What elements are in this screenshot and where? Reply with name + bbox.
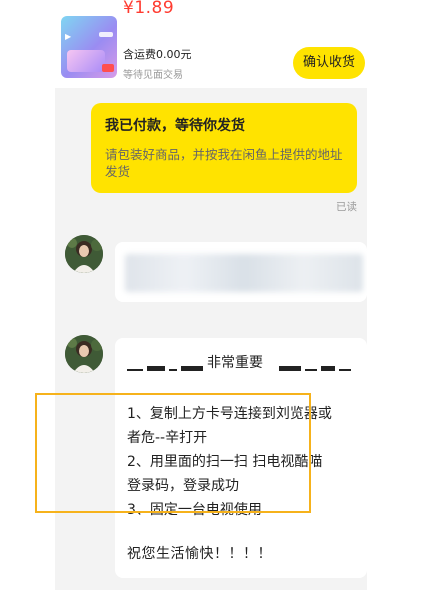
- chat-screen: ▶ ¥1.89 含运费0.00元 等待见面交易 确认收货 我已付款，等待你发货 …: [55, 0, 367, 590]
- avatar[interactable]: [65, 235, 103, 273]
- seller-message-bubble[interactable]: 非常重要 1、复制上方卡号连接到刘览器或 者危--辛打开 2、用里面的扫一扫 扫…: [115, 338, 367, 578]
- order-shipping: 含运费0.00元: [123, 48, 192, 61]
- avatar-icon: [65, 335, 103, 373]
- avatar-icon: [65, 235, 103, 273]
- heading-bar: [321, 366, 335, 371]
- thumb-logo-icon: ▶: [65, 32, 72, 41]
- blurred-card-number-message[interactable]: [115, 242, 367, 302]
- confirm-receipt-button[interactable]: 确认收货: [293, 47, 365, 79]
- heading-bar: [279, 366, 301, 371]
- my-message-title: 我已付款，等待你发货: [105, 118, 245, 134]
- my-message-bubble[interactable]: 我已付款，等待你发货 请包装好商品，并按我在闲鱼上提供的地址发货: [91, 103, 357, 193]
- heading-dash: [339, 369, 351, 371]
- thumb-card-icon: [67, 50, 105, 72]
- product-thumbnail[interactable]: ▶: [61, 16, 117, 78]
- avatar[interactable]: [65, 335, 103, 373]
- heading-dash: [127, 369, 143, 371]
- thumb-brand-icon: [99, 32, 113, 37]
- step-line: 1、复制上方卡号连接到刘览器或: [127, 406, 332, 422]
- my-message-body: 请包装好商品，并按我在闲鱼上提供的地址发货: [105, 147, 343, 179]
- heading-bar: [181, 366, 203, 371]
- heading-text: 非常重要: [207, 355, 263, 371]
- instruction-steps: 1、复制上方卡号连接到刘览器或 者危--辛打开 2、用里面的扫一扫 扫电视酷喵 …: [127, 402, 367, 522]
- thumb-tag-icon: [102, 64, 114, 72]
- step-line: 登录码，登录成功: [127, 478, 239, 494]
- closing-wish: 祝您生活愉快！！！！: [127, 546, 272, 562]
- important-heading: 非常重要: [127, 352, 357, 374]
- heading-dash: [169, 369, 177, 371]
- heading-bar: [147, 366, 165, 371]
- order-price: ¥1.89: [123, 0, 175, 18]
- heading-dash: [305, 369, 317, 371]
- order-status: 等待见面交易: [123, 70, 183, 81]
- blurred-content: [125, 254, 363, 292]
- step-line: 者危--辛打开: [127, 430, 208, 446]
- step-line: 3、固定一台电视使用: [127, 502, 262, 518]
- order-card[interactable]: ▶ ¥1.89 含运费0.00元 等待见面交易 确认收货: [55, 0, 367, 88]
- read-status: 已读: [336, 201, 357, 213]
- step-line: 2、用里面的扫一扫 扫电视酷喵: [127, 454, 323, 470]
